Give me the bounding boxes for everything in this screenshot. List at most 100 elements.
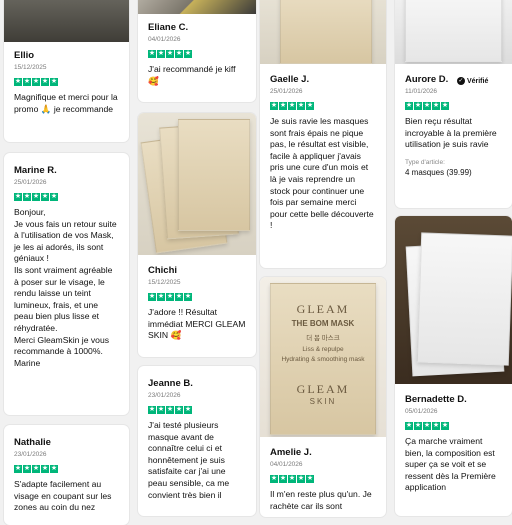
review-card-aurore[interactable]: Aurore D. ✓ Vérifié 11/01/2026 ★ ★ ★ ★ ★…: [395, 0, 512, 208]
star-icon: ★: [14, 193, 22, 201]
star-icon: ★: [441, 422, 449, 430]
star-icon: ★: [175, 50, 183, 58]
star-icon: ★: [288, 102, 296, 110]
star-rating: ★ ★ ★ ★ ★: [14, 465, 119, 473]
star-icon: ★: [157, 50, 165, 58]
review-date: 11/01/2026: [405, 88, 438, 95]
star-icon: ★: [297, 102, 305, 110]
reviewer-name: Ellio: [14, 50, 35, 61]
review-card-jeanne[interactable]: Jeanne B. 23/01/2026 ★ ★ ★ ★ ★ J'ai test…: [138, 366, 256, 516]
review-photo[interactable]: [260, 0, 386, 64]
star-icon: ★: [166, 50, 174, 58]
review-text: Je suis ravie les masques sont frais épa…: [270, 116, 374, 231]
review-photo[interactable]: [138, 113, 256, 255]
review-card-nathalie[interactable]: Nathalie 23/01/2026 ★ ★ ★ ★ ★ S'adapte f…: [4, 425, 129, 525]
star-icon: ★: [405, 102, 413, 110]
star-icon: ★: [279, 102, 287, 110]
star-icon: ★: [41, 193, 49, 201]
reviewer-name: Marine R.: [14, 165, 57, 176]
product-brand-bottom: GLEAM: [296, 382, 350, 396]
review-photo[interactable]: GLEAM THE BOM MASK 더 봄 마스크 Liss & repulp…: [260, 277, 386, 437]
star-icon: ★: [175, 293, 183, 301]
product-brand: GLEAM: [296, 302, 350, 316]
review-text: Ça marche vraiment bien, la composition …: [405, 436, 496, 493]
star-rating: ★ ★ ★ ★ ★: [405, 102, 502, 110]
star-icon: ★: [423, 102, 431, 110]
star-icon: ★: [32, 78, 40, 86]
review-card-eliane[interactable]: Eliane C. 04/01/2026 ★ ★ ★ ★ ★ J'ai reco…: [138, 0, 256, 102]
mask-sachet-image: [416, 232, 512, 366]
review-text: J'adore !! Résultat immédiat MERCI GLEAM…: [148, 307, 246, 341]
star-icon: ★: [50, 193, 58, 201]
reviewer-name: Eliane C.: [148, 22, 189, 33]
star-icon: ★: [270, 475, 278, 483]
article-type-value: 4 masques (39.99): [405, 167, 472, 177]
star-icon: ★: [288, 475, 296, 483]
review-text: Bien reçu résultat incroyable à la premi…: [405, 116, 497, 150]
star-icon: ★: [306, 102, 314, 110]
review-photo[interactable]: [395, 216, 512, 384]
reviewer-name: Gaelle J.: [270, 74, 310, 85]
star-icon: ★: [148, 293, 156, 301]
reviewer-name: Jeanne B.: [148, 378, 193, 389]
reviewer-name: Bernadette D.: [405, 394, 467, 405]
review-card-ellio[interactable]: Ellio 15/12/2025 ★ ★ ★ ★ ★ Magnifique et…: [4, 0, 129, 142]
star-icon: ★: [432, 422, 440, 430]
star-rating: ★ ★ ★ ★ ★: [148, 50, 246, 58]
review-card-marine[interactable]: Marine R. 25/01/2026 ★ ★ ★ ★ ★ Bonjour, …: [4, 153, 129, 415]
review-date: 15/12/2025: [14, 64, 47, 71]
star-icon: ★: [32, 193, 40, 201]
review-date: 23/01/2026: [148, 392, 181, 399]
verified-label: Vérifié: [466, 77, 489, 85]
mask-sachet-image: [178, 119, 250, 231]
review-card-bernadette[interactable]: Bernadette D. 05/01/2026 ★ ★ ★ ★ ★ Ça ma…: [395, 216, 512, 516]
product-line-2: Hydrating & smoothing mask: [281, 356, 365, 363]
star-icon: ★: [175, 406, 183, 414]
star-rating: ★ ★ ★ ★ ★: [405, 422, 502, 430]
review-card-amelie[interactable]: GLEAM THE BOM MASK 더 봄 마스크 Liss & repulp…: [260, 277, 386, 517]
star-icon: ★: [32, 465, 40, 473]
review-card-chichi[interactable]: Chichi 15/12/2025 ★ ★ ★ ★ ★ J'adore !! R…: [138, 113, 256, 357]
review-card-gaelle[interactable]: Gaelle J. 25/01/2026 ★ ★ ★ ★ ★ Je suis r…: [260, 0, 386, 268]
star-icon: ★: [279, 475, 287, 483]
star-icon: ★: [297, 475, 305, 483]
review-photo[interactable]: [138, 0, 256, 14]
star-icon: ★: [23, 78, 31, 86]
reviewer-name-text: Aurore D.: [405, 74, 449, 85]
star-icon: ★: [166, 406, 174, 414]
reviewer-name: Chichi: [148, 265, 178, 276]
star-rating: ★ ★ ★ ★ ★: [270, 102, 376, 110]
star-icon: ★: [432, 102, 440, 110]
star-rating: ★ ★ ★ ★ ★: [148, 406, 246, 414]
star-icon: ★: [41, 465, 49, 473]
mask-sachet-image: [405, 0, 502, 62]
star-icon: ★: [41, 78, 49, 86]
star-icon: ★: [405, 422, 413, 430]
star-icon: ★: [184, 293, 192, 301]
star-icon: ★: [157, 406, 165, 414]
star-rating: ★ ★ ★ ★ ★: [14, 78, 119, 86]
review-text: Bonjour, Je vous fais un retour suite à …: [14, 207, 117, 368]
star-icon: ★: [441, 102, 449, 110]
star-icon: ★: [148, 50, 156, 58]
review-text: J'ai testé plusieurs masque avant de con…: [148, 420, 230, 500]
review-date: 23/01/2026: [14, 451, 47, 458]
review-photo[interactable]: [4, 0, 129, 42]
mask-sachet-image: [280, 0, 372, 64]
star-rating: ★ ★ ★ ★ ★: [270, 475, 376, 483]
star-icon: ★: [423, 422, 431, 430]
review-date: 05/01/2026: [405, 408, 438, 415]
product-brand-sub: SKIN: [309, 397, 337, 406]
review-photo[interactable]: [395, 0, 512, 64]
star-icon: ★: [14, 78, 22, 86]
verified-badge: ✓ Vérifié: [456, 77, 489, 85]
star-icon: ★: [184, 50, 192, 58]
review-text: J'ai recommandé je kiff 🥰: [148, 64, 236, 86]
review-text: Magnifique et merci pour la promo 🙏 je r…: [14, 92, 118, 114]
review-date: 15/12/2025: [148, 279, 181, 286]
star-icon: ★: [270, 102, 278, 110]
star-icon: ★: [414, 102, 422, 110]
reviewer-name: Amelie J.: [270, 447, 312, 458]
star-icon: ★: [14, 465, 22, 473]
star-icon: ★: [148, 406, 156, 414]
